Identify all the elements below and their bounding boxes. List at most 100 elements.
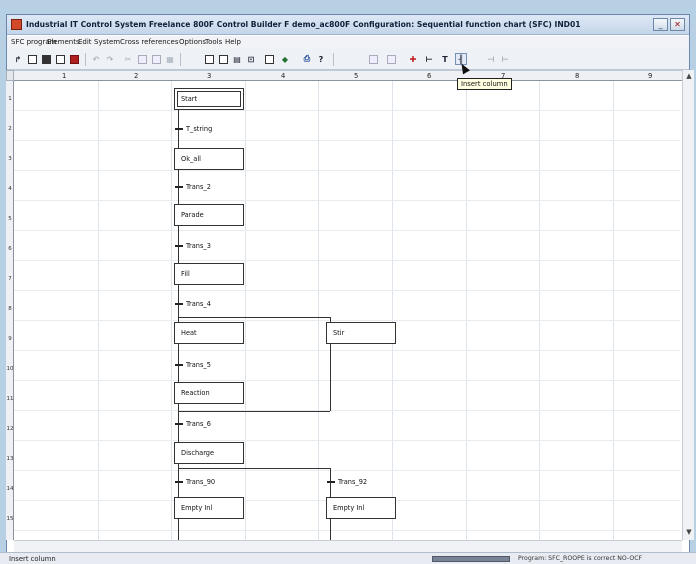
row-label[interactable]: 13 bbox=[6, 456, 14, 462]
left-icon[interactable]: ⊣ bbox=[485, 53, 497, 65]
menu-edit[interactable]: Edit bbox=[78, 38, 92, 46]
sfc-step[interactable]: Reaction bbox=[174, 382, 244, 404]
row-label[interactable]: 5 bbox=[6, 216, 13, 222]
branch-icon[interactable]: T bbox=[439, 53, 451, 65]
sfc-step[interactable]: Heat bbox=[174, 322, 244, 344]
menu-cross-references[interactable]: Cross references bbox=[120, 38, 179, 46]
sfc-step[interactable]: Ok_all bbox=[174, 148, 244, 170]
paste-icon[interactable] bbox=[150, 53, 162, 65]
sfc-transition[interactable]: Trans_90 bbox=[186, 478, 215, 486]
column-label-9[interactable]: 9 bbox=[648, 72, 652, 80]
grid-row-line bbox=[14, 470, 680, 471]
grid-row-line bbox=[14, 230, 680, 231]
scroll-down-icon[interactable]: ▼ bbox=[684, 528, 694, 538]
column-label-8[interactable]: 8 bbox=[575, 72, 579, 80]
grid-column-line bbox=[98, 81, 99, 540]
open-icon[interactable] bbox=[26, 53, 38, 65]
branch-connector bbox=[178, 317, 330, 318]
sfc-step[interactable]: Discharge bbox=[174, 442, 244, 464]
column-label-2[interactable]: 2 bbox=[134, 72, 138, 80]
sfc-step[interactable]: Stir bbox=[326, 322, 396, 344]
transition-bar bbox=[327, 481, 335, 483]
sfc-transition[interactable]: Trans_92 bbox=[338, 478, 367, 486]
redo-icon[interactable]: ↷ bbox=[104, 53, 116, 65]
copy-icon[interactable] bbox=[136, 53, 148, 65]
stop-icon[interactable] bbox=[68, 53, 80, 65]
row-label[interactable]: 6 bbox=[6, 246, 13, 252]
column-label-3[interactable]: 3 bbox=[207, 72, 211, 80]
grid-column-line bbox=[318, 81, 319, 540]
status-bar: Insert column Program: SFC_ROOPE is corr… bbox=[0, 552, 696, 564]
undo-icon[interactable]: ↶ bbox=[90, 53, 102, 65]
row-label[interactable]: 1 bbox=[6, 96, 13, 102]
grid-row-line bbox=[14, 200, 680, 201]
horizontal-scrollbar[interactable] bbox=[14, 540, 682, 552]
menu-tools[interactable]: Tools bbox=[205, 38, 222, 46]
grid-column-line bbox=[539, 81, 540, 540]
sfc-transition[interactable]: Trans_2 bbox=[186, 183, 211, 191]
grid-icon[interactable]: ▦ bbox=[164, 53, 176, 65]
sfc-transition[interactable]: Trans_4 bbox=[186, 300, 211, 308]
insert-row-icon[interactable]: ✚ bbox=[407, 53, 419, 65]
new-icon[interactable]: ↱ bbox=[12, 53, 24, 65]
row-label[interactable]: 7 bbox=[6, 276, 13, 282]
row-label[interactable]: 12 bbox=[6, 426, 14, 432]
cut-icon[interactable]: ✂ bbox=[122, 53, 134, 65]
save-icon[interactable] bbox=[40, 53, 52, 65]
row-label[interactable]: 15 bbox=[6, 516, 14, 522]
vertical-scrollbar[interactable]: ▲ ▼ bbox=[682, 70, 694, 540]
menu-help[interactable]: Help bbox=[225, 38, 241, 46]
title-bar: Industrial IT Control System Freelance 8… bbox=[7, 15, 689, 35]
right-icon[interactable]: ⊢ bbox=[499, 53, 511, 65]
menu-elements[interactable]: Elements bbox=[47, 38, 80, 46]
row-label[interactable]: 2 bbox=[6, 126, 13, 132]
row-label[interactable]: 11 bbox=[6, 396, 14, 402]
status-progress-bar bbox=[432, 556, 510, 562]
column-label-6[interactable]: 6 bbox=[427, 72, 431, 80]
row-label[interactable]: 4 bbox=[6, 186, 13, 192]
menu-system[interactable]: System bbox=[94, 38, 120, 46]
column-header: 1 2 3 4 5 6 7 8 9 bbox=[14, 70, 682, 81]
row-label[interactable]: 14 bbox=[6, 486, 14, 492]
sfc-transition[interactable]: Trans_6 bbox=[186, 420, 211, 428]
row-header: 1 2 3 4 5 6 7 8 9 10 11 12 13 14 15 bbox=[6, 81, 14, 540]
row-label[interactable]: 9 bbox=[6, 336, 13, 342]
help-icon[interactable]: ⎙ bbox=[301, 53, 313, 65]
minimize-button[interactable]: _ bbox=[653, 18, 668, 31]
sfc-transition[interactable]: Trans_5 bbox=[186, 361, 211, 369]
print-preview-icon[interactable]: ◆ bbox=[279, 53, 291, 65]
sfc-step[interactable]: Empty Inl bbox=[326, 497, 396, 519]
row-label[interactable]: 3 bbox=[6, 156, 13, 162]
step-back-icon[interactable] bbox=[263, 53, 275, 65]
sfc-transition[interactable]: T_string bbox=[186, 125, 212, 133]
status-message: Insert column bbox=[9, 555, 56, 563]
menu-options[interactable]: Options bbox=[179, 38, 206, 46]
sfc-step[interactable]: Parade bbox=[174, 204, 244, 226]
column-label-4[interactable]: 4 bbox=[281, 72, 285, 80]
row-label[interactable]: 10 bbox=[6, 366, 14, 372]
row-label[interactable]: 8 bbox=[6, 306, 13, 312]
sfc-editor-grid[interactable]: Start Ok_all Parade Fill Heat Stir React… bbox=[14, 81, 680, 540]
delete-row-icon[interactable]: ⊢ bbox=[423, 53, 435, 65]
view-icon[interactable] bbox=[203, 53, 215, 65]
grid-row-line bbox=[14, 530, 680, 531]
print-icon[interactable] bbox=[54, 53, 66, 65]
column-label-5[interactable]: 5 bbox=[354, 72, 358, 80]
grid-row-line bbox=[14, 290, 680, 291]
toolbar-separator bbox=[180, 53, 181, 66]
transition-icon[interactable] bbox=[385, 53, 397, 65]
sfc-step[interactable]: Empty Inl bbox=[174, 497, 244, 519]
sfc-transition[interactable]: Trans_3 bbox=[186, 242, 211, 250]
step-icon[interactable] bbox=[367, 53, 379, 65]
chart-icon[interactable] bbox=[217, 53, 229, 65]
column-label-1[interactable]: 1 bbox=[62, 72, 66, 80]
grid-row-line bbox=[14, 440, 680, 441]
sfc-step[interactable]: Fill bbox=[174, 263, 244, 285]
scroll-up-icon[interactable]: ▲ bbox=[684, 72, 694, 82]
sfc-step-initial[interactable]: Start bbox=[174, 88, 244, 110]
grid-column-line bbox=[245, 81, 246, 540]
question-icon[interactable]: ? bbox=[315, 53, 327, 65]
table-icon[interactable]: ▤ bbox=[231, 53, 243, 65]
close-button[interactable]: ✕ bbox=[670, 18, 685, 31]
zoom-icon[interactable]: ⊡ bbox=[245, 53, 257, 65]
